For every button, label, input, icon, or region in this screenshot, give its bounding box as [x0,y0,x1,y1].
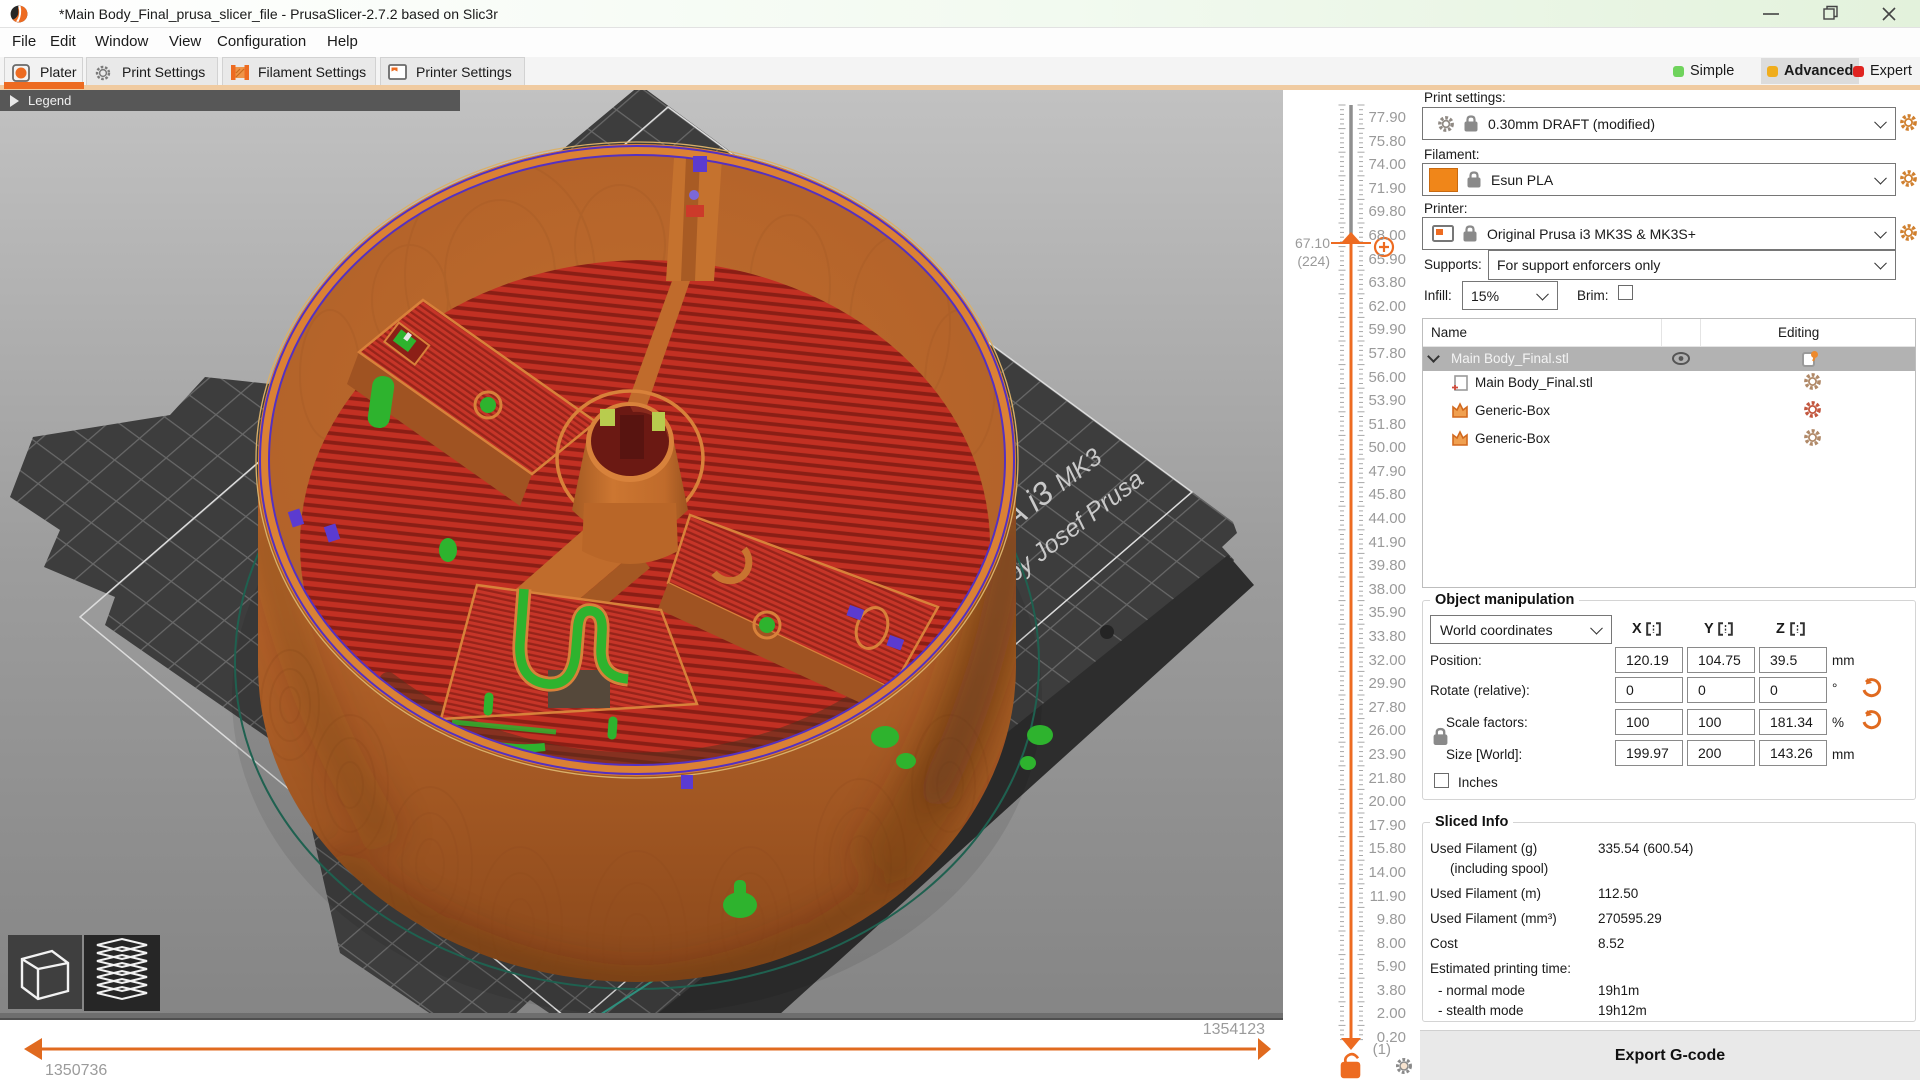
svg-text:(224): (224) [1297,253,1330,269]
svg-text:1354123: 1354123 [1203,1021,1265,1038]
svg-text:67.10: 67.10 [1295,235,1330,251]
svg-text:1350736: 1350736 [45,1062,107,1079]
